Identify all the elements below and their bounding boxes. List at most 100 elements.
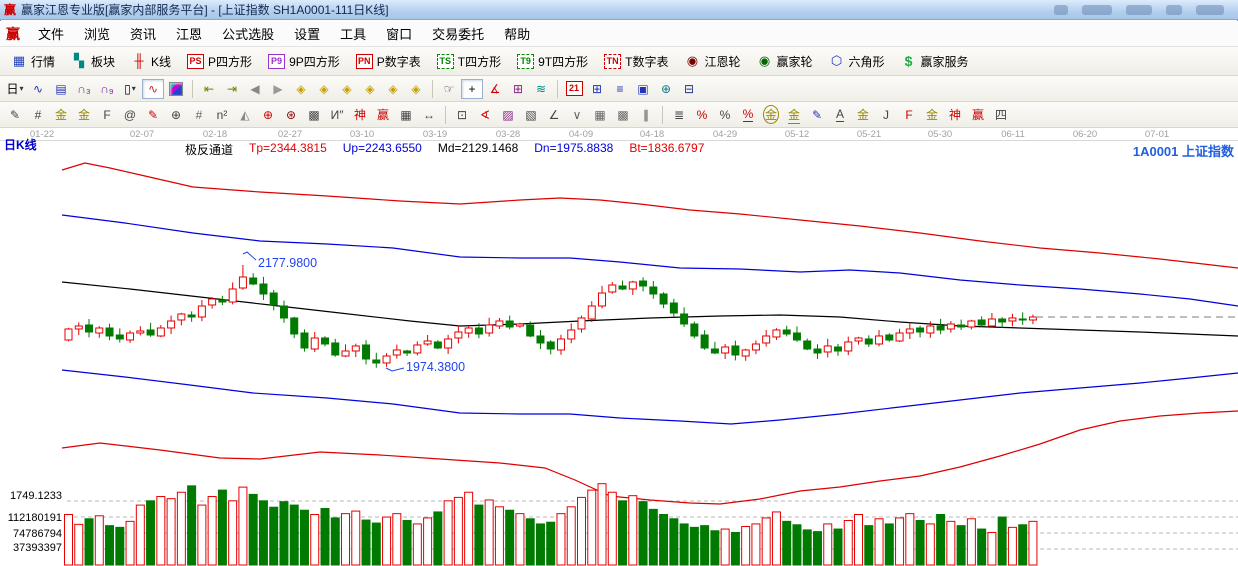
diamond-right-icon[interactable]: ◈ xyxy=(313,79,335,99)
percent-line-icon[interactable]: % xyxy=(737,105,759,125)
gann-wheel-button[interactable]: ◉ 江恩轮 xyxy=(677,50,747,73)
remote-pc-icon[interactable]: ⊟ xyxy=(678,79,700,99)
brush-icon[interactable]: ✎ xyxy=(4,105,26,125)
ruler-2-icon[interactable]: # xyxy=(188,105,210,125)
zigzag-icon[interactable]: ∨ xyxy=(566,105,588,125)
gold-gate-1-icon[interactable]: 金 xyxy=(50,105,72,125)
menu-item-江恩[interactable]: 江恩 xyxy=(166,21,212,46)
diamond-fit-icon[interactable]: ◈ xyxy=(405,79,427,99)
menu-item-窗口[interactable]: 窗口 xyxy=(376,21,422,46)
ying-gate-icon[interactable]: 赢 xyxy=(372,105,394,125)
save-icon[interactable]: ▣ xyxy=(632,79,654,99)
notepad-icon[interactable]: ≡ xyxy=(609,79,631,99)
f-angle-icon[interactable]: F xyxy=(898,105,920,125)
window-control-button[interactable] xyxy=(1196,4,1224,15)
grid-dots-2-icon[interactable]: ▩ xyxy=(612,105,634,125)
purple-tool-icon[interactable]: ⊞ xyxy=(507,79,529,99)
window-control-button[interactable] xyxy=(1082,4,1112,15)
brush-bars-icon[interactable]: ✎ xyxy=(806,105,828,125)
diamond-left-icon[interactable]: ◈ xyxy=(290,79,312,99)
grid-dots-1-icon[interactable]: ▦ xyxy=(589,105,611,125)
wave-tool-icon[interactable]: ≋ xyxy=(530,79,552,99)
calculator-icon[interactable]: ⊞ xyxy=(586,79,608,99)
t-number-table-button[interactable]: TN T数字表 xyxy=(597,50,675,73)
percent-7-icon[interactable]: % xyxy=(691,105,713,125)
gold-lines-icon[interactable]: 金 xyxy=(783,105,805,125)
kline-button[interactable]: ╫ K线 xyxy=(124,50,178,73)
percent-icon[interactable]: % xyxy=(714,105,736,125)
spiral-icon[interactable]: @ xyxy=(119,105,141,125)
angle-lines-icon[interactable]: ∠ xyxy=(543,105,565,125)
bars-3-icon[interactable]: ∩₃ xyxy=(73,79,95,99)
color-histogram-icon[interactable] xyxy=(169,81,183,96)
ying-angle-icon[interactable]: 赢 xyxy=(967,105,989,125)
t-square-button[interactable]: TS T四方形 xyxy=(430,50,508,73)
width-marker-icon[interactable]: ↔ xyxy=(418,105,440,125)
calendar-icon[interactable]: 21 xyxy=(563,79,585,99)
sectors-button[interactable]: ▚ 板块 xyxy=(64,50,122,73)
9t-square-button[interactable]: T9 9T四方形 xyxy=(510,50,595,73)
9p-square-button[interactable]: P9 9P四方形 xyxy=(261,50,347,73)
grid-123-icon[interactable]: ▦ xyxy=(395,105,417,125)
menu-item-资讯[interactable]: 资讯 xyxy=(120,21,166,46)
menu-item-设置[interactable]: 设置 xyxy=(284,21,330,46)
hand-tool-icon[interactable]: ☞ xyxy=(438,79,460,99)
percent-list-icon[interactable]: ≣ xyxy=(668,105,690,125)
chart-canvas[interactable]: 01-22 02-07 02-18 02-27 03-10 03-19 03-28 04-09… xyxy=(0,128,1238,566)
skip-first-icon[interactable]: ⇤ xyxy=(198,79,220,99)
diamond-shrink-icon[interactable]: ◈ xyxy=(359,79,381,99)
chart-area[interactable]: 01-22 02-07 02-18 02-27 03-10 03-19 03-28 04-09… xyxy=(0,128,1238,566)
skip-last-icon[interactable]: ⇥ xyxy=(221,79,243,99)
fan-red-icon[interactable]: ∢ xyxy=(474,105,496,125)
trend-blue-icon[interactable]: ∿ xyxy=(27,79,49,99)
fan-box-icon[interactable]: ▨ xyxy=(497,105,519,125)
shen-angle-icon[interactable]: 神 xyxy=(944,105,966,125)
period-day-icon[interactable]: 日 ▾ xyxy=(4,79,26,99)
winner-wheel-button[interactable]: ◉ 赢家轮 xyxy=(749,50,819,73)
info-doc-icon[interactable]: ▤ xyxy=(50,79,72,99)
diamond-expand-icon[interactable]: ◈ xyxy=(336,79,358,99)
diamond-all-icon[interactable]: ◈ xyxy=(382,79,404,99)
window-controls[interactable] xyxy=(1054,4,1234,15)
quotes-button[interactable]: ▦ 行情 xyxy=(4,50,62,73)
p-number-table-button[interactable]: PN P数字表 xyxy=(349,50,428,73)
menu-item-交易委托[interactable]: 交易委托 xyxy=(422,21,494,46)
gold-gate-2-icon[interactable]: 金 xyxy=(73,105,95,125)
hexagon-button[interactable]: ⬡ 六角形 xyxy=(822,50,892,73)
a-angle-icon[interactable]: A xyxy=(829,105,851,125)
f-gate-icon[interactable]: F xyxy=(96,105,118,125)
gold-circle-icon[interactable]: 金 xyxy=(760,105,782,125)
gold-angle-2-icon[interactable]: 金 xyxy=(921,105,943,125)
menu-item-文件[interactable]: 文件 xyxy=(28,21,74,46)
menu-item-浏览[interactable]: 浏览 xyxy=(74,21,120,46)
target-red-icon[interactable]: ⊕ xyxy=(257,105,279,125)
spider-web-icon[interactable]: ⊛ xyxy=(280,105,302,125)
window-control-button[interactable] xyxy=(1126,4,1152,15)
window-control-button[interactable] xyxy=(1166,4,1182,15)
winner-service-button[interactable]: $ 赢家服务 xyxy=(894,50,976,73)
j-angle-icon[interactable]: J xyxy=(875,105,897,125)
cone-icon[interactable]: ◭ xyxy=(234,105,256,125)
tangent-tool-icon[interactable]: ∡ xyxy=(484,79,506,99)
p-square-button[interactable]: PS P四方形 xyxy=(180,50,259,73)
page-next-icon[interactable]: ▶ xyxy=(267,79,289,99)
fan-grid-icon[interactable]: ▧ xyxy=(520,105,542,125)
gann-ruler-icon[interactable]: # xyxy=(27,105,49,125)
menu-item-公式选股[interactable]: 公式选股 xyxy=(212,21,284,46)
crosshair-tool-icon[interactable]: + xyxy=(461,78,483,99)
trend-red-icon[interactable]: ∿ xyxy=(142,78,164,99)
candle-style-icon[interactable]: ▯ ▾ xyxy=(119,79,141,99)
web-box-icon[interactable]: ▩ xyxy=(303,105,325,125)
parallel-lines-icon[interactable]: ∥ xyxy=(635,105,657,125)
menu-item-帮助[interactable]: 帮助 xyxy=(494,21,540,46)
box-tool-icon[interactable]: ⊡ xyxy=(451,105,473,125)
shen-gate-icon[interactable]: 神 xyxy=(349,105,371,125)
n-square-icon[interactable]: n² xyxy=(211,105,233,125)
web-icon[interactable]: ⊕ xyxy=(655,79,677,99)
page-prev-icon[interactable]: ◀ xyxy=(244,79,266,99)
si-angle-icon[interactable]: 四 xyxy=(990,105,1012,125)
menu-item-工具[interactable]: 工具 xyxy=(330,21,376,46)
gold-angle-1-icon[interactable]: 金 xyxy=(852,105,874,125)
brush-red-icon[interactable]: ✎ xyxy=(142,105,164,125)
window-control-button[interactable] xyxy=(1054,4,1068,15)
